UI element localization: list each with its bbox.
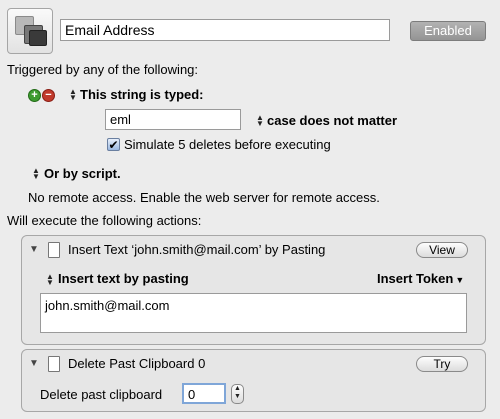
simulate-deletes-checkbox[interactable]: ✔	[107, 138, 120, 151]
updown-arrows-icon[interactable]: ▲ ▼	[69, 88, 77, 102]
updown-arrows-icon[interactable]: ▲ ▼	[256, 114, 264, 128]
delete-past-clipboard-label: Delete past clipboard	[40, 387, 163, 402]
trigger-string-input[interactable]: eml	[105, 109, 241, 130]
disclosure-triangle-icon[interactable]: ▼	[29, 358, 39, 369]
minus-icon[interactable]: −	[42, 89, 55, 102]
action-title: Delete Past Clipboard 0	[68, 356, 206, 371]
insert-mode-popup[interactable]: Insert text by pasting	[58, 271, 189, 286]
insert-text-area[interactable]: john.smith@mail.com	[40, 293, 467, 333]
document-icon	[48, 356, 60, 372]
enabled-button[interactable]: Enabled	[410, 21, 486, 41]
updown-arrows-icon[interactable]: ▲ ▼	[32, 167, 40, 181]
action-title: Insert Text ‘john.smith@mail.com’ by Pas…	[68, 242, 326, 257]
clipboard-number-input[interactable]: 0	[182, 383, 226, 404]
action-delete-past-clipboard[interactable]: ▼ Delete Past Clipboard 0 Try Delete pas…	[21, 349, 486, 412]
case-option-popup[interactable]: case does not matter	[267, 113, 397, 128]
checkmark-icon: ✔	[108, 138, 119, 152]
actions-heading: Will execute the following actions:	[7, 213, 202, 228]
try-button[interactable]: Try	[416, 356, 468, 372]
action-insert-text[interactable]: ▼ Insert Text ‘john.smith@mail.com’ by P…	[21, 235, 486, 345]
simulate-deletes-label: Simulate 5 deletes before executing	[124, 137, 331, 152]
updown-arrows-icon[interactable]: ▲ ▼	[46, 273, 54, 287]
dropdown-arrow-icon: ▼	[455, 275, 465, 285]
disclosure-triangle-icon[interactable]: ▼	[29, 244, 39, 255]
remote-access-note: No remote access. Enable the web server …	[28, 190, 380, 205]
macro-name-input[interactable]: Email Address	[60, 19, 390, 41]
stepper-icon[interactable]: ▲ ▼	[231, 384, 244, 404]
trigger-type-popup[interactable]: This string is typed:	[80, 87, 204, 102]
insert-token-label: Insert Token	[377, 271, 454, 286]
document-icon	[48, 242, 60, 258]
triggers-heading: Triggered by any of the following:	[7, 62, 199, 77]
insert-token-menu[interactable]: Insert Token ▼	[377, 271, 464, 286]
macro-group-icon[interactable]	[7, 8, 53, 54]
view-button[interactable]: View	[416, 242, 468, 258]
plus-icon[interactable]: +	[28, 89, 41, 102]
or-by-script-popup[interactable]: Or by script.	[44, 166, 121, 181]
